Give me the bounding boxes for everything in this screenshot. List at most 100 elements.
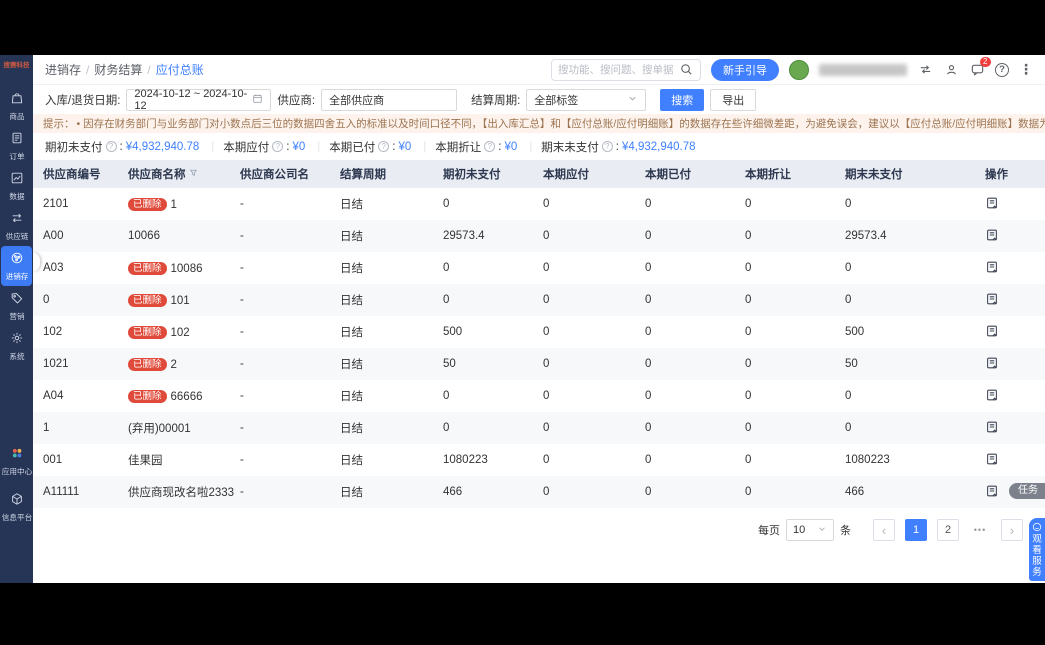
page-ellipsis[interactable]: •••: [969, 519, 991, 541]
question-icon[interactable]: ?: [484, 141, 496, 152]
task-tab[interactable]: 任务: [1009, 483, 1045, 499]
per-page-select[interactable]: 10: [786, 519, 834, 541]
page-button-2[interactable]: 2: [937, 519, 959, 541]
sidebar-item-supply-chain[interactable]: 供应链: [0, 206, 33, 246]
table-row[interactable]: 2101 已删除 1 - 日结 0 0 0 0 0: [33, 188, 1045, 220]
detail-bill-icon[interactable]: [985, 229, 999, 245]
table-row[interactable]: A00 10066 - 日结 29573.4 0 0 0 29573.4: [33, 220, 1045, 252]
table-row[interactable]: 102 已删除 102 - 日结 500 0 0 0 500: [33, 316, 1045, 348]
column-header[interactable]: 期初未支付: [443, 166, 543, 182]
sidebar-item-label: 进销存: [5, 272, 28, 281]
search-icon[interactable]: [678, 62, 694, 78]
service-widget[interactable]: 观看服务: [1029, 518, 1045, 581]
supplier-name-text: 供应商现改名啦2333: [128, 487, 235, 499]
cell-supplier-name: 已删除 102: [128, 325, 240, 339]
cell-supplier-name: 佳果园: [128, 452, 240, 468]
search-button[interactable]: 搜索: [660, 88, 705, 111]
notice-text: • 因存在财务部门与业务部门对小数点后三位的数据四舍五入的标准以及时间口径不同，…: [76, 118, 1045, 130]
filter-funnel-icon[interactable]: [189, 168, 198, 180]
detail-bill-icon[interactable]: [985, 325, 999, 341]
table-row[interactable]: 1 (弃用)00001 - 日结 0 0 0 0 0: [33, 412, 1045, 444]
global-search[interactable]: [551, 58, 701, 81]
cell-period-payable: 0: [543, 326, 550, 338]
table-row[interactable]: A11111 供应商现改名啦2333 - 日结 466 0 0 0 466: [33, 476, 1045, 508]
cell-operation: [985, 196, 1033, 213]
cell-company-name: -: [240, 486, 244, 498]
summary-item: 本期已付 ? : ¥0 |: [329, 139, 435, 155]
prev-page-button[interactable]: ‹: [873, 519, 895, 541]
detail-bill-icon[interactable]: [985, 485, 999, 501]
cell-closing-unpaid: 500: [845, 326, 865, 338]
cell-opening-unpaid: 0: [443, 390, 450, 402]
column-header[interactable]: 供应商编号: [43, 166, 128, 182]
global-search-input[interactable]: [558, 63, 674, 76]
column-header[interactable]: 本期已付: [645, 166, 745, 182]
cell-supplier-code: 102: [43, 326, 63, 338]
table-row[interactable]: A03 已删除 10086 - 日结 0 0 0 0 0: [33, 252, 1045, 284]
sidebar-item-app-center[interactable]: 应用中心: [0, 438, 33, 484]
column-header[interactable]: 供应商公司名: [240, 166, 340, 182]
column-header[interactable]: 结算周期: [340, 166, 443, 182]
cell-operation: [985, 292, 1033, 309]
column-header[interactable]: 本期折让: [745, 166, 845, 182]
cell-closing-unpaid: 0: [845, 390, 852, 402]
sidebar-item-inventory[interactable]: 进销存: [1, 246, 32, 286]
cell-period-paid: 0: [645, 454, 652, 466]
cycle-select[interactable]: 全部标签: [526, 88, 647, 111]
cell-supplier-name: 已删除 10086: [128, 261, 240, 275]
page-button-1[interactable]: 1: [905, 519, 927, 541]
summary-separator: |: [317, 140, 321, 153]
cell-supplier-name: 供应商现改名啦2333: [128, 484, 240, 500]
help-icon[interactable]: ?: [995, 62, 1009, 77]
message-icon[interactable]: 2: [969, 56, 991, 78]
detail-bill-icon[interactable]: [985, 453, 999, 469]
cell-period-discount: 0: [745, 262, 752, 274]
supplier-name-text: 2: [170, 358, 177, 371]
detail-bill-icon[interactable]: [985, 293, 999, 309]
column-header[interactable]: 供应商名称: [128, 166, 240, 182]
sidebar-item-data[interactable]: 数据: [0, 166, 33, 206]
summary-item: 本期折让 ? : ¥0 |: [435, 139, 541, 155]
table-header: 供应商编号 供应商名称 供应商公司名 结算周期 期初未支付 本期应付 本期已付 …: [33, 160, 1045, 188]
sidebar-item-system[interactable]: 系统: [0, 326, 33, 366]
sidebar-item-orders[interactable]: 订单: [0, 126, 33, 166]
sidebar-item-goods[interactable]: 商品: [0, 86, 33, 126]
question-icon[interactable]: ?: [378, 141, 390, 152]
supplier-input[interactable]: 全部供应商: [321, 88, 458, 111]
detail-bill-icon[interactable]: [985, 421, 999, 437]
table-row[interactable]: A04 已删除 66666 - 日结 0 0 0 0 0: [33, 380, 1045, 412]
column-header[interactable]: 本期应付: [543, 166, 645, 182]
cell-period-payable: 0: [543, 422, 550, 434]
avatar[interactable]: [789, 59, 809, 80]
question-icon[interactable]: ?: [272, 141, 284, 152]
detail-bill-icon[interactable]: [985, 197, 999, 213]
sidebar-item-marketing[interactable]: 营销: [0, 286, 33, 326]
breadcrumb-item[interactable]: 进销存: [45, 61, 81, 78]
breadcrumb-separator: /: [147, 62, 151, 77]
top-bar-right: 新手引导 2 ? ⋮: [551, 56, 1033, 81]
table-row[interactable]: 1021 已删除 2 - 日结 50 0 0 0 50: [33, 348, 1045, 380]
switch-account-icon[interactable]: [917, 62, 933, 78]
detail-bill-icon[interactable]: [985, 261, 999, 277]
breadcrumb-item[interactable]: 财务结算: [94, 61, 142, 78]
export-button[interactable]: 导出: [710, 88, 757, 111]
question-icon[interactable]: ?: [601, 141, 613, 152]
newbie-guide-button[interactable]: 新手引导: [711, 58, 779, 81]
sidebar-item-label: 数据: [8, 192, 25, 201]
detail-bill-icon[interactable]: [985, 389, 999, 405]
next-page-button[interactable]: ›: [1001, 519, 1023, 541]
date-range-input[interactable]: 2024-10-12 ~ 2024-10-12: [126, 88, 272, 112]
column-header[interactable]: 期末未支付: [845, 166, 985, 182]
more-menu-icon[interactable]: ⋮: [1019, 61, 1033, 78]
sidebar-item-info-platform[interactable]: 信息平台: [0, 484, 33, 530]
cell-supplier-code: 1021: [43, 358, 69, 370]
contact-icon[interactable]: [943, 62, 959, 78]
detail-bill-icon[interactable]: [985, 357, 999, 373]
table-row[interactable]: 001 佳果园 - 日结 1080223 0 0 0 1080223: [33, 444, 1045, 476]
cell-opening-unpaid: 0: [443, 422, 450, 434]
table-row[interactable]: 0 已删除 101 - 日结 0 0 0 0 0: [33, 284, 1045, 316]
column-header[interactable]: 操作: [985, 166, 1033, 182]
cell-period-discount: 0: [745, 294, 752, 306]
sidebar: 搜赛科技 商品 订单 数据 供应链 进销存 营销 系统 应用中心 信息平台: [0, 55, 33, 583]
question-icon[interactable]: ?: [105, 141, 117, 152]
